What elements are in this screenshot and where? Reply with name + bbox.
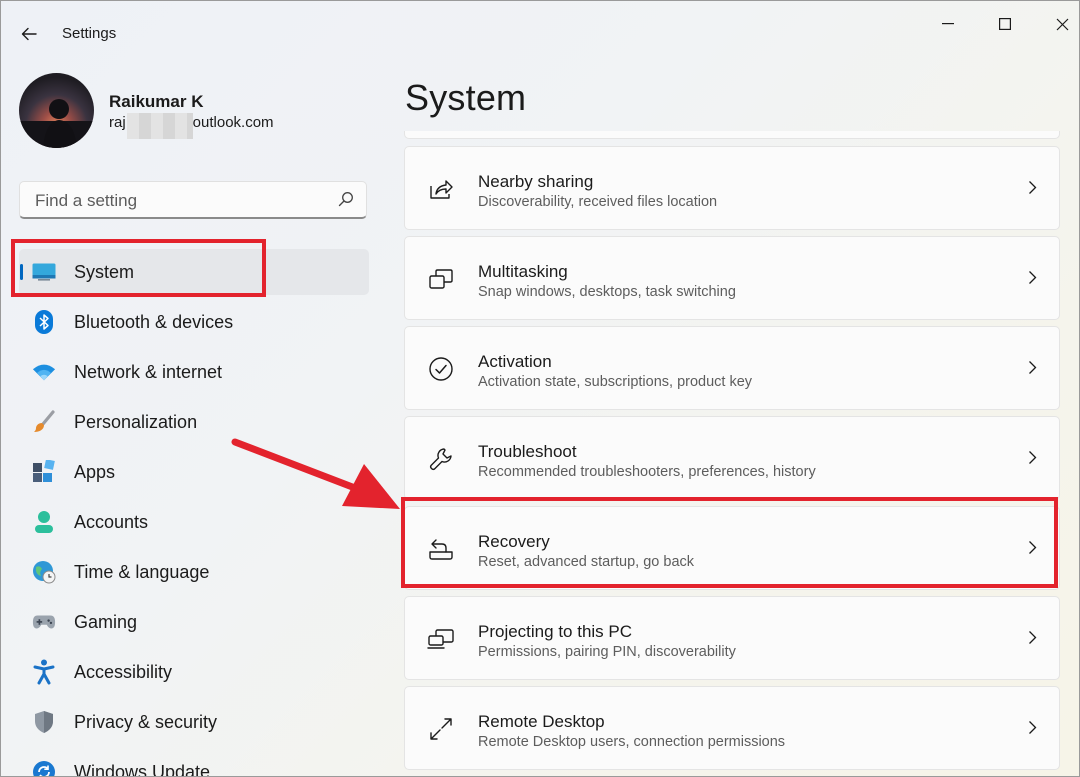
user-name: Raikumar K — [109, 92, 204, 111]
chevron-right-icon — [1029, 181, 1037, 194]
card-description: Permissions, pairing PIN, discoverabilit… — [478, 644, 736, 660]
multitasking-icon — [427, 265, 455, 293]
sidebar-item-label: Time & language — [74, 562, 210, 582]
email-redaction — [127, 113, 193, 139]
check-circle-icon — [427, 355, 455, 383]
back-button[interactable] — [15, 21, 43, 47]
card-description: Discoverability, received files location — [478, 194, 718, 210]
page-title: System — [405, 77, 527, 118]
card-description: Recommended troubleshooters, preferences… — [478, 464, 816, 480]
maximize-button[interactable] — [977, 9, 1033, 39]
avatar[interactable] — [19, 73, 94, 148]
sidebar-item-label: Network & internet — [74, 362, 223, 382]
sidebar-item-windows-update[interactable]: Windows Update — [19, 749, 369, 777]
chevron-right-icon — [1029, 361, 1037, 374]
chevron-right-icon — [1029, 271, 1037, 284]
sidebar-item-label: Privacy & security — [74, 712, 218, 732]
share-icon — [427, 175, 455, 203]
gamepad-icon — [32, 610, 56, 634]
sidebar-item-time-language[interactable]: Time & language — [19, 549, 369, 595]
system-highlight-box — [11, 239, 266, 297]
close-button[interactable] — [1034, 9, 1079, 39]
card-description: Snap windows, desktops, task switching — [478, 284, 736, 300]
minimize-button[interactable] — [920, 9, 976, 39]
maximize-icon — [999, 18, 1011, 30]
avatar-silhouette — [19, 99, 94, 148]
card-title: Projecting to this PC — [478, 622, 633, 641]
chevron-right-icon — [1029, 451, 1037, 464]
back-arrow-icon — [21, 27, 37, 41]
sidebar-item-label: Bluetooth & devices — [74, 312, 234, 332]
card-title: Multitasking — [478, 262, 568, 281]
card-title: Activation — [478, 352, 552, 371]
search-icon — [338, 192, 353, 207]
projecting-icon — [427, 625, 455, 653]
sidebar-item-label: Accounts — [74, 512, 149, 532]
sidebar-item-label: Gaming — [74, 612, 138, 632]
search-input[interactable] — [33, 190, 327, 212]
annotation-arrow-icon — [231, 438, 400, 509]
shield-icon — [32, 710, 56, 734]
paintbrush-icon — [32, 410, 56, 434]
email-start: raj — [109, 114, 126, 131]
sidebar-item-gaming[interactable]: Gaming — [19, 599, 369, 645]
email-end: outlook.com — [192, 114, 274, 131]
card-title: Nearby sharing — [478, 172, 594, 191]
card-title: Troubleshoot — [478, 442, 577, 461]
sidebar-item-label: Apps — [74, 462, 116, 482]
close-icon — [1056, 18, 1068, 30]
app-title: Settings — [62, 25, 117, 42]
setting-card-projecting[interactable]: Projecting to this PC Permissions, pairi… — [404, 596, 1060, 680]
apps-icon — [32, 460, 56, 484]
sidebar-item-privacy[interactable]: Privacy & security — [19, 699, 369, 745]
setting-card-remote-desktop[interactable]: Remote Desktop Remote Desktop users, con… — [404, 686, 1060, 770]
globe-clock-icon — [32, 560, 56, 584]
setting-card-activation[interactable]: Activation Activation state, subscriptio… — [404, 326, 1060, 410]
wifi-icon — [32, 360, 56, 384]
card-title: Remote Desktop — [478, 712, 605, 731]
bluetooth-icon — [32, 310, 56, 334]
sidebar-item-network[interactable]: Network & internet — [19, 349, 369, 395]
previous-card-edge — [404, 131, 1060, 139]
wrench-icon — [427, 445, 455, 473]
remote-desktop-icon — [427, 715, 455, 743]
sidebar-item-label: Windows Update — [74, 762, 211, 777]
update-icon — [32, 760, 56, 776]
minimize-icon — [942, 23, 954, 25]
chevron-right-icon — [1029, 721, 1037, 734]
search-box[interactable] — [19, 181, 367, 219]
setting-card-multitasking[interactable]: Multitasking Snap windows, desktops, tas… — [404, 236, 1060, 320]
sidebar-item-accessibility[interactable]: Accessibility — [19, 649, 369, 695]
title-bar: Settings — [1, 1, 1079, 67]
accessibility-icon — [32, 659, 56, 685]
card-description: Activation state, subscriptions, product… — [478, 374, 753, 390]
settings-window: Settings Raikumar K raj outlook.com Find… — [0, 0, 1080, 777]
setting-card-troubleshoot[interactable]: Troubleshoot Recommended troubleshooters… — [404, 416, 1060, 500]
sidebar-item-label: Accessibility — [74, 662, 173, 682]
sidebar-item-bluetooth[interactable]: Bluetooth & devices — [19, 299, 369, 345]
card-description: Remote Desktop users, connection permiss… — [478, 734, 786, 750]
recovery-highlight-box — [401, 497, 1058, 588]
setting-card-nearby-sharing[interactable]: Nearby sharing Discoverability, received… — [404, 146, 1060, 230]
person-icon — [32, 510, 56, 534]
sidebar-item-label: Personalization — [74, 412, 198, 432]
chevron-right-icon — [1029, 631, 1037, 644]
